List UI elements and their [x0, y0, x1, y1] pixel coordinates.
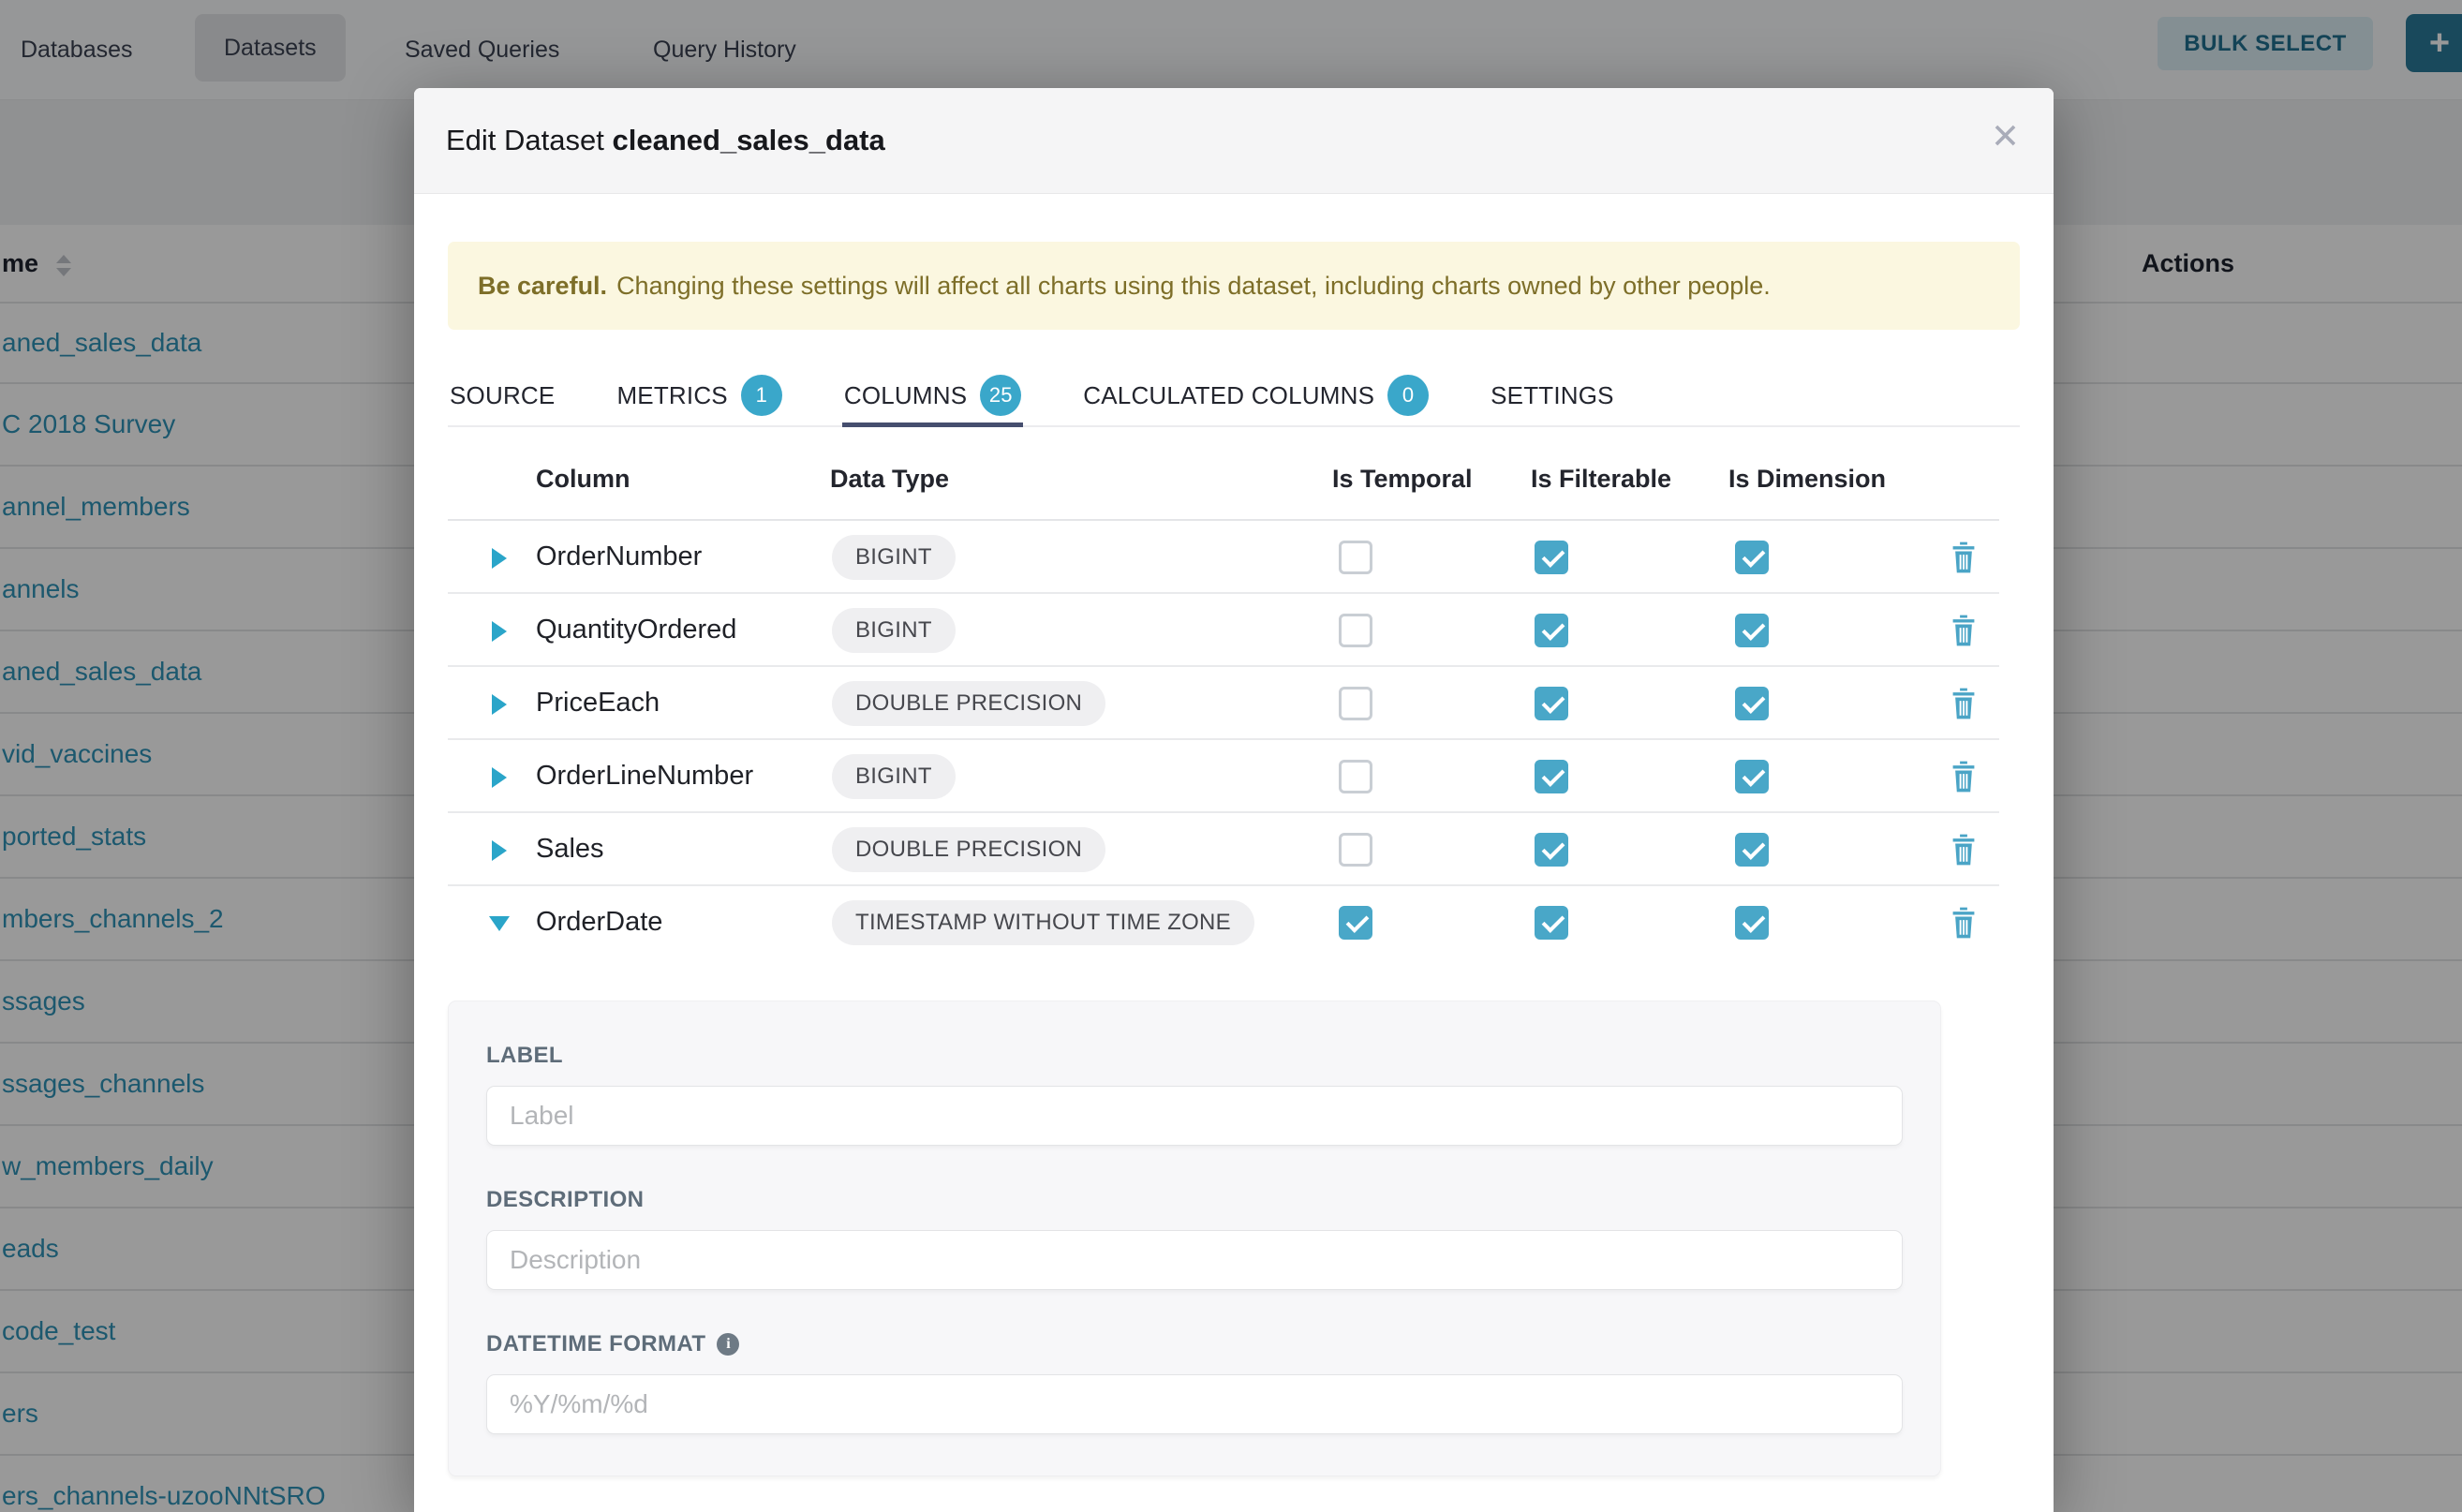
is-dimension-checkbox[interactable]: [1735, 760, 1769, 793]
data-type-header: Data Type: [830, 465, 949, 494]
columns-table-header: Column Data Type Is Temporal Is Filterab…: [448, 427, 1999, 521]
expand-caret-icon[interactable]: [492, 840, 507, 861]
is-filterable-header: Is Filterable: [1531, 465, 1671, 494]
data-type-chip: DOUBLE PRECISION: [832, 827, 1105, 872]
column-name: OrderLineNumber: [536, 761, 753, 792]
column-name: OrderNumber: [536, 541, 702, 572]
warning-banner-bold: Be careful.: [478, 272, 607, 301]
modal-tab[interactable]: SETTINGS: [1489, 365, 1616, 425]
form-field: DATETIME FORMAT i: [486, 1331, 1903, 1434]
is-temporal-header: Is Temporal: [1332, 465, 1473, 494]
form-field: LABEL: [486, 1043, 1903, 1146]
is-dimension-checkbox[interactable]: [1735, 833, 1769, 867]
column-row: PriceEach DOUBLE PRECISION: [448, 667, 1999, 740]
warning-banner-text: Changing these settings will affect all …: [616, 272, 1771, 301]
is-temporal-checkbox[interactable]: [1339, 833, 1372, 867]
form-field-label-text: DESCRIPTION: [486, 1187, 644, 1213]
form-field: DESCRIPTION: [486, 1187, 1903, 1290]
data-type-chip: DOUBLE PRECISION: [832, 681, 1105, 726]
column-name: PriceEach: [536, 688, 660, 719]
is-filterable-checkbox[interactable]: [1535, 614, 1568, 647]
is-filterable-checkbox[interactable]: [1535, 687, 1568, 720]
is-filterable-checkbox[interactable]: [1535, 906, 1568, 940]
is-dimension-header: Is Dimension: [1728, 465, 1886, 494]
is-dimension-checkbox[interactable]: [1735, 687, 1769, 720]
modal-tab-label: SOURCE: [450, 381, 555, 410]
column-header: Column: [536, 465, 630, 494]
delete-column-icon[interactable]: [1947, 759, 1980, 794]
modal-header: Edit Dataset cleaned_sales_data ✕: [414, 88, 2054, 194]
is-filterable-checkbox[interactable]: [1535, 541, 1568, 574]
info-icon[interactable]: i: [717, 1333, 739, 1356]
column-name: OrderDate: [536, 907, 662, 938]
form-field-label: DESCRIPTION: [486, 1187, 1903, 1213]
column-name: Sales: [536, 834, 604, 865]
form-field-label-text: DATETIME FORMAT: [486, 1331, 705, 1357]
expand-caret-icon[interactable]: [489, 916, 510, 931]
modal-tab-label: METRICS: [616, 381, 727, 410]
columns-table: Column Data Type Is Temporal Is Filterab…: [448, 427, 1999, 959]
expand-caret-icon[interactable]: [492, 694, 507, 715]
modal-tab-label: SETTINGS: [1491, 381, 1614, 410]
columns-rows: OrderNumber BIGINT QuantityOrdered BIGIN…: [448, 521, 1999, 959]
is-temporal-checkbox[interactable]: [1339, 906, 1372, 940]
column-name: QuantityOrdered: [536, 615, 736, 645]
column-row: OrderLineNumber BIGINT: [448, 740, 1999, 813]
modal-body: Be careful. Changing these settings will…: [414, 194, 2054, 1476]
form-field-label: LABEL: [486, 1043, 1903, 1069]
tab-count-badge: 1: [741, 375, 782, 416]
column-detail-panel: LABEL DESCRIPTION DATETIME FORMAT i: [448, 1001, 1941, 1476]
column-row: Sales DOUBLE PRECISION: [448, 813, 1999, 886]
expand-caret-icon[interactable]: [492, 767, 507, 788]
modal-title: Edit Dataset cleaned_sales_data: [446, 124, 885, 157]
data-type-chip: BIGINT: [832, 754, 956, 799]
modal-tab[interactable]: COLUMNS 25: [842, 365, 1023, 425]
is-filterable-checkbox[interactable]: [1535, 760, 1568, 793]
data-type-chip: TIMESTAMP WITHOUT TIME ZONE: [832, 900, 1254, 945]
delete-column-icon[interactable]: [1947, 905, 1980, 941]
is-temporal-checkbox[interactable]: [1339, 541, 1372, 574]
data-type-chip: BIGINT: [832, 535, 956, 580]
is-dimension-checkbox[interactable]: [1735, 614, 1769, 647]
delete-column-icon[interactable]: [1947, 686, 1980, 721]
modal-title-dataset-name: cleaned_sales_data: [613, 124, 885, 156]
edit-dataset-modal: Edit Dataset cleaned_sales_data ✕ Be car…: [414, 88, 2054, 1512]
modal-title-prefix: Edit Dataset: [446, 124, 604, 156]
form-field-input[interactable]: [486, 1086, 1903, 1146]
tab-count-badge: 0: [1387, 375, 1429, 416]
expand-caret-icon[interactable]: [492, 621, 507, 642]
expanded-form: LABEL DESCRIPTION DATETIME FORMAT i: [486, 1043, 1903, 1434]
is-filterable-checkbox[interactable]: [1535, 833, 1568, 867]
warning-banner: Be careful. Changing these settings will…: [448, 242, 2020, 330]
column-row: OrderNumber BIGINT: [448, 521, 1999, 594]
form-field-label-text: LABEL: [486, 1043, 563, 1069]
column-row: OrderDate TIMESTAMP WITHOUT TIME ZONE: [448, 886, 1999, 959]
is-temporal-checkbox[interactable]: [1339, 614, 1372, 647]
data-type-chip: BIGINT: [832, 608, 956, 653]
modal-tab[interactable]: METRICS 1: [615, 365, 783, 425]
modal-tab-label: COLUMNS: [844, 381, 967, 410]
modal-tabs: SOURCE METRICS 1 COLUMNS 25 CALCULATED C…: [448, 365, 2020, 427]
expand-caret-icon[interactable]: [492, 548, 507, 569]
close-icon[interactable]: ✕: [1991, 119, 2020, 154]
modal-tab[interactable]: SOURCE: [448, 365, 556, 425]
is-temporal-checkbox[interactable]: [1339, 687, 1372, 720]
modal-tab-label: CALCULATED COLUMNS: [1083, 381, 1374, 410]
modal-tab[interactable]: CALCULATED COLUMNS 0: [1081, 365, 1431, 425]
delete-column-icon[interactable]: [1947, 832, 1980, 867]
is-temporal-checkbox[interactable]: [1339, 760, 1372, 793]
column-row: QuantityOrdered BIGINT: [448, 594, 1999, 667]
tab-count-badge: 25: [980, 375, 1021, 416]
delete-column-icon[interactable]: [1947, 613, 1980, 648]
form-field-input[interactable]: [486, 1230, 1903, 1290]
delete-column-icon[interactable]: [1947, 540, 1980, 575]
is-dimension-checkbox[interactable]: [1735, 906, 1769, 940]
form-field-label: DATETIME FORMAT i: [486, 1331, 1903, 1357]
form-field-input[interactable]: [486, 1374, 1903, 1434]
is-dimension-checkbox[interactable]: [1735, 541, 1769, 574]
